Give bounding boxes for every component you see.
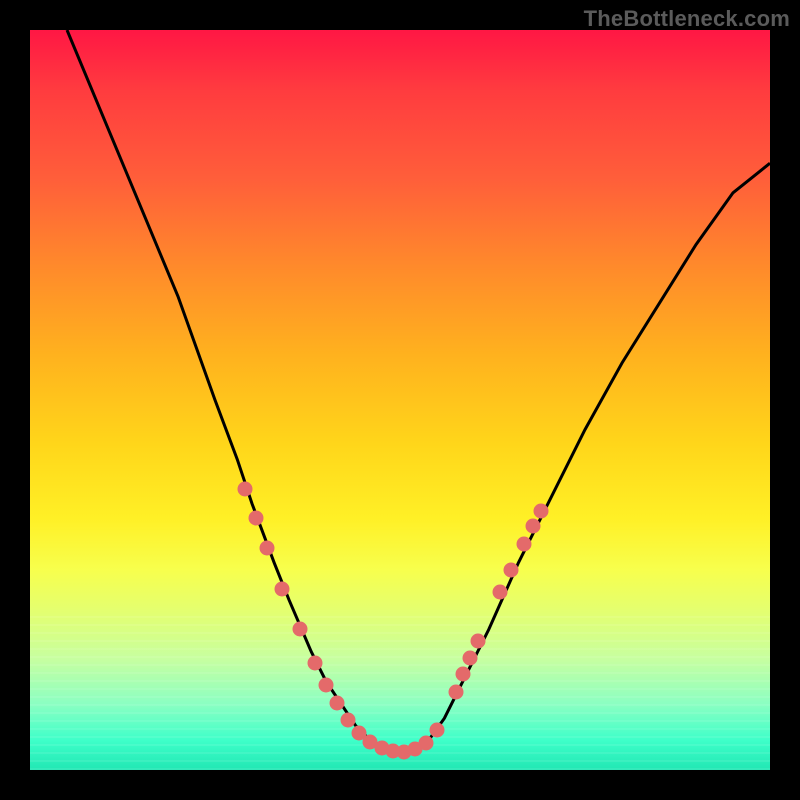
data-point: [517, 537, 532, 552]
data-point: [504, 563, 519, 578]
data-point: [455, 666, 470, 681]
watermark-text: TheBottleneck.com: [584, 6, 790, 32]
data-point: [319, 677, 334, 692]
data-point: [341, 712, 356, 727]
data-point: [274, 581, 289, 596]
data-point: [533, 504, 548, 519]
data-point: [293, 622, 308, 637]
data-point: [259, 541, 274, 556]
plot-area: [30, 30, 770, 770]
data-point: [248, 511, 263, 526]
data-point: [448, 685, 463, 700]
data-point: [430, 723, 445, 738]
curve-layer: [30, 30, 770, 770]
data-point: [526, 518, 541, 533]
data-point: [237, 481, 252, 496]
data-point: [330, 696, 345, 711]
chart-frame: TheBottleneck.com: [0, 0, 800, 800]
bottleneck-curve: [67, 30, 770, 752]
data-point: [492, 585, 507, 600]
data-point: [307, 655, 322, 670]
data-point: [418, 736, 433, 751]
data-point: [470, 633, 485, 648]
data-point: [463, 650, 478, 665]
